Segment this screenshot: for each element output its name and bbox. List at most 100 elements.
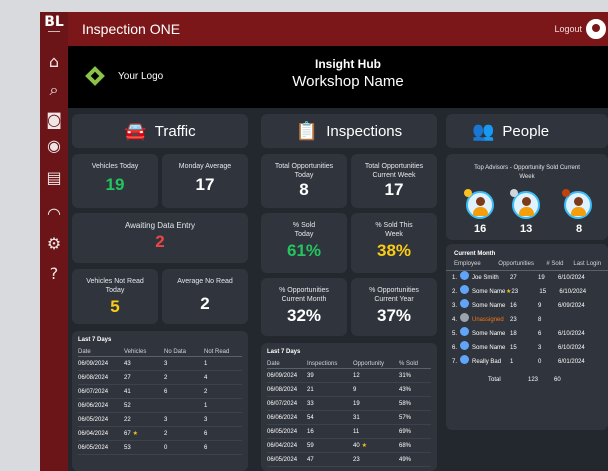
sold-today-label: % Sold Today [292, 222, 316, 238]
table-row: 06/04/2024 67 ★ 2 6 [78, 427, 242, 441]
opp-month-label: % Opportunities Current Month [279, 287, 329, 303]
table-cell: 6 [204, 431, 208, 437]
employee-sold: 8 [538, 317, 542, 323]
employee-opportunities: 16 [510, 303, 517, 309]
table-cell: 68% [399, 443, 412, 449]
table-cell: 41 [124, 389, 131, 395]
table-cell: 11 [353, 429, 360, 435]
employee-last-login: 6/09/2024 [558, 303, 585, 309]
advisor-2-value: 13 [520, 223, 533, 235]
logout-link[interactable]: Logout [554, 24, 582, 34]
medal-icon [562, 189, 570, 197]
table-cell: 06/09/2024 [267, 373, 298, 379]
table-row: 06/07/2024 33 19 58% [267, 397, 431, 411]
awaiting-data-card: Awaiting Data Entry 2 [72, 213, 248, 263]
employee-name: Unassigned [472, 317, 504, 323]
vehicles-today-value: 19 [105, 175, 125, 194]
list-item[interactable]: 4. Unassigned 23 8 [446, 313, 608, 327]
opp-month-card: % Opportunities Current Month 32% [261, 278, 347, 336]
top-advisors-title: Top Advisors - Opportunity Sold Current … [474, 165, 580, 180]
list-item[interactable]: 7. Really Bad 1 0 6/01/2024 [446, 355, 608, 369]
rank-number: 2. [452, 289, 458, 295]
rank-number: 4. [452, 317, 458, 323]
total-opp-today-label: Total Opportunities Today [274, 163, 334, 179]
table-cell: 3 [164, 417, 168, 423]
home-icon[interactable]: ⌂ [44, 52, 64, 72]
total-cell: 60 [554, 377, 561, 383]
table-cell: 06/08/2024 [78, 375, 109, 381]
inspections-last7-table: Last 7 Days Date Inspections Opportunity… [261, 343, 437, 471]
sold-today-value: 61% [286, 241, 322, 260]
employee-opportunities: 23 [510, 317, 517, 323]
not-read-label: Vehicles Not Read Today [86, 278, 144, 294]
opp-year-label: % Opportunities Current Year [369, 287, 419, 303]
employee-name: Some Name [472, 331, 506, 337]
table-row: 06/06/2024 54 31 57% [267, 411, 431, 425]
sidebar: BL ━━━━━ ⌂ ⌕ ◙ ◉ ▤ ◠ ⚙ ? [40, 12, 68, 471]
table-cell: 22 [124, 417, 131, 423]
not-read-card: Vehicles Not Read Today 5 [72, 269, 158, 324]
people-icon: 👥 [472, 120, 495, 142]
table-cell: 58% [399, 401, 412, 407]
clipboard-icon: 📋 [295, 120, 319, 142]
advisor-1-value: 16 [474, 223, 487, 235]
table-cell [164, 399, 204, 412]
traffic-header[interactable]: 🚘 Traffic [72, 114, 248, 148]
gauge-icon[interactable]: ◠ [44, 204, 64, 224]
people-header[interactable]: 👥 People [446, 114, 608, 148]
inspections-header[interactable]: 📋 Inspections [261, 114, 437, 148]
awaiting-data-label: Awaiting Data Entry [124, 221, 196, 230]
help-icon[interactable]: ? [44, 264, 64, 284]
list-item[interactable]: 1. Joe Smith 27 19 6/10/2024 [446, 271, 608, 285]
employee-opportunities: 15 [510, 345, 517, 351]
table-row: 06/06/2024 52 1 [78, 399, 242, 413]
table-cell: 06/08/2024 [267, 387, 298, 393]
total-opp-week-value: 17 [384, 180, 404, 199]
medal-icon [464, 189, 472, 197]
table-cell: 40 ★ [353, 442, 367, 449]
list-item[interactable]: 2. Some Name ★ 23 15 6/10/2024 [446, 285, 608, 299]
avg-no-read-card: Average No Read 2 [162, 269, 248, 324]
table-cell: 06/06/2024 [78, 403, 109, 409]
employee-opportunities: 27 [510, 275, 517, 281]
hub-title: Insight Hub [315, 57, 381, 71]
employee-sold: 15 [539, 289, 547, 295]
list-item[interactable]: 3. Some Name 16 9 6/09/2024 [446, 299, 608, 313]
employee-name: Joe Smith [472, 275, 499, 281]
current-month-title: Current Month [454, 251, 496, 257]
table-cell: 06/09/2024 [78, 361, 109, 367]
your-logo-icon [85, 66, 105, 86]
app-window: BL ━━━━━ ⌂ ⌕ ◙ ◉ ▤ ◠ ⚙ ? Inspection ONE L… [40, 12, 608, 471]
list-item[interactable]: 5. Some Name 18 6 6/10/2024 [446, 327, 608, 341]
table-cell: 31% [399, 373, 412, 379]
calculator-icon[interactable]: ▤ [44, 168, 64, 188]
table-cell: 1 [204, 403, 208, 409]
employee-opportunities: 23 [511, 289, 519, 295]
car-search-icon[interactable]: ⌕ [44, 80, 64, 100]
list-item[interactable]: 6. Some Name 15 3 6/10/2024 [446, 341, 608, 355]
table-row: 06/09/2024 39 12 31% [267, 369, 431, 383]
traffic-title: Traffic [154, 122, 196, 140]
table-row: 06/05/2024 47 23 49% [267, 453, 431, 467]
total-cell: 123 [528, 377, 539, 383]
employee-last-login: 6/10/2024 [558, 331, 585, 337]
user-avatar-icon[interactable] [586, 19, 606, 39]
employee-sold: 0 [538, 359, 542, 365]
table-cell: 06/05/2024 [78, 445, 109, 451]
wheel-icon[interactable]: ◉ [44, 136, 64, 156]
vehicles-today-label: Vehicles Today [91, 163, 139, 170]
table-row: 06/04/2024 59 40 ★ 68% [267, 439, 431, 453]
advisor-3-value: 8 [576, 223, 583, 235]
gear-icon[interactable]: ⚙ [44, 234, 64, 254]
rank-number: 6. [452, 345, 458, 351]
your-logo-text: Your Logo [118, 71, 164, 82]
employee-opportunities: 18 [510, 331, 517, 337]
vehicles-today-card: Vehicles Today 19 [72, 154, 158, 208]
table-cell: 47 [307, 457, 314, 463]
total-opp-today-value: 8 [299, 180, 309, 199]
employee-avatar-icon [460, 355, 470, 364]
camera-icon[interactable]: ◙ [44, 110, 64, 130]
star-icon: ★ [359, 442, 367, 449]
inspections-last7-title: Last 7 Days [267, 349, 301, 355]
star-icon: ★ [130, 430, 138, 437]
